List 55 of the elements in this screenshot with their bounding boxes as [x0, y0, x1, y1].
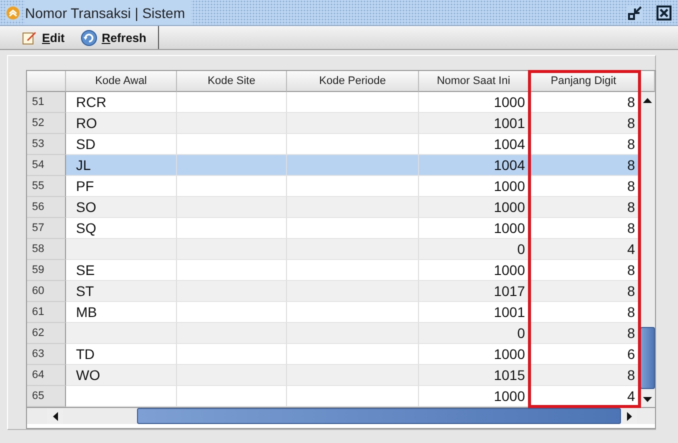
- table-cell: 8: [529, 197, 639, 218]
- table-cell: 1004: [419, 155, 529, 176]
- edit-button[interactable]: Edit: [14, 26, 73, 49]
- window-title: Nomor Transaksi | Sistem: [25, 0, 192, 25]
- table-cell: RO: [66, 113, 177, 134]
- table-cell: 0: [419, 323, 529, 344]
- table-cell: 8: [529, 281, 639, 302]
- table-cell: 1000: [419, 197, 529, 218]
- table-cell: 8: [529, 155, 639, 176]
- header-corner: [27, 71, 66, 92]
- close-icon[interactable]: [656, 4, 672, 20]
- table-cell: 4: [529, 239, 639, 260]
- table-cell: 1017: [419, 281, 529, 302]
- scrollbar-thumb[interactable]: [137, 408, 621, 424]
- table-cell: 4: [529, 386, 639, 407]
- scroll-right-icon[interactable]: [626, 412, 632, 420]
- table-cell: 8: [529, 113, 639, 134]
- column-header[interactable]: Kode Site: [177, 71, 287, 92]
- row-number: 54: [27, 155, 66, 176]
- row-number: 53: [27, 134, 66, 155]
- scroll-left-icon[interactable]: [52, 412, 58, 420]
- row-number: 60: [27, 281, 66, 302]
- column-header[interactable]: Nomor Saat Ini: [419, 71, 529, 92]
- table-cell: 1015: [419, 365, 529, 386]
- row-number: 61: [27, 302, 66, 323]
- row-number: 55: [27, 176, 66, 197]
- row-number: 56: [27, 197, 66, 218]
- row-number: 57: [27, 218, 66, 239]
- scroll-down-icon[interactable]: [643, 396, 652, 402]
- scroll-up-icon[interactable]: [643, 98, 652, 102]
- row-number: 65: [27, 386, 66, 407]
- table-cell: JL: [66, 155, 177, 176]
- row-number: 63: [27, 344, 66, 365]
- row-number: 62: [27, 323, 66, 344]
- row-number: 51: [27, 92, 66, 113]
- column-header[interactable]: Kode Periode: [287, 71, 419, 92]
- table-cell: 1001: [419, 113, 529, 134]
- row-number: 59: [27, 260, 66, 281]
- row-number: 52: [27, 113, 66, 134]
- table-cell: SO: [66, 197, 177, 218]
- scrollbar-thumb[interactable]: [640, 327, 655, 389]
- column-header[interactable]: Kode Awal: [66, 71, 177, 92]
- pencil-icon: [22, 30, 37, 45]
- horizontal-scrollbar[interactable]: [27, 407, 655, 424]
- restore-icon[interactable]: [627, 4, 643, 20]
- table-cell: 8: [529, 323, 639, 344]
- row-number: 58: [27, 239, 66, 260]
- refresh-button[interactable]: Refresh: [72, 26, 154, 49]
- table-cell: WO: [66, 365, 177, 386]
- row-number: 64: [27, 365, 66, 386]
- table-cell: ST: [66, 281, 177, 302]
- app-icon: [6, 6, 20, 20]
- table-cell: 0: [419, 239, 529, 260]
- table-cell: 8: [529, 365, 639, 386]
- refresh-icon: [80, 30, 97, 46]
